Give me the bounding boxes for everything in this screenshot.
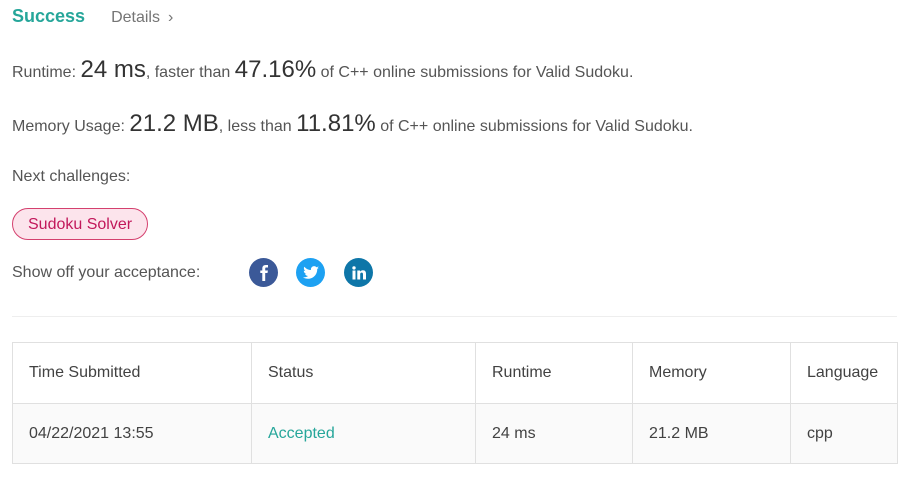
- challenge-tag-sudoku-solver[interactable]: Sudoku Solver: [12, 208, 149, 240]
- section-divider: [12, 316, 897, 317]
- details-link[interactable]: Details ›: [111, 9, 173, 27]
- memory-mid: , less than: [218, 118, 297, 135]
- result-header: Success Details ›: [12, 6, 173, 27]
- cell-runtime: 24 ms: [475, 403, 633, 464]
- column-status: Status: [251, 342, 476, 404]
- runtime-summary: Runtime: 24 ms, faster than 47.16% of C+…: [12, 56, 633, 84]
- runtime-suffix: of C++ online submissions for Valid Sudo…: [316, 64, 634, 81]
- memory-summary: Memory Usage: 21.2 MB, less than 11.81% …: [12, 110, 693, 138]
- memory-percent: 11.81%: [296, 110, 376, 137]
- linkedin-icon[interactable]: [344, 258, 373, 287]
- table-row: 04/22/2021 13:55 Accepted 24 ms 21.2 MB …: [12, 403, 898, 464]
- chevron-right-icon: ›: [167, 9, 174, 26]
- cell-status-accepted[interactable]: Accepted: [251, 403, 476, 464]
- runtime-mid: , faster than: [145, 64, 235, 81]
- cell-time-submitted: 04/22/2021 13:55: [12, 403, 252, 464]
- submissions-table: Time Submitted Status Runtime Memory Lan…: [12, 342, 898, 464]
- twitter-icon[interactable]: [296, 258, 325, 287]
- runtime-percent: 47.16%: [234, 56, 317, 83]
- runtime-value: 24 ms: [80, 56, 146, 83]
- column-language: Language: [790, 342, 898, 404]
- memory-prefix: Memory Usage:: [12, 118, 130, 135]
- column-memory: Memory: [632, 342, 791, 404]
- memory-value: 21.2 MB: [129, 110, 219, 137]
- table-header-row: Time Submitted Status Runtime Memory Lan…: [12, 342, 898, 404]
- cell-memory: 21.2 MB: [632, 403, 791, 464]
- cell-language: cpp: [790, 403, 898, 464]
- column-time-submitted: Time Submitted: [12, 342, 252, 404]
- status-title: Success: [12, 6, 86, 26]
- facebook-icon[interactable]: [249, 258, 278, 287]
- memory-suffix: of C++ online submissions for Valid Sudo…: [375, 118, 693, 135]
- runtime-prefix: Runtime:: [12, 64, 81, 81]
- share-label: Show off your acceptance:: [12, 264, 201, 281]
- next-challenges-label: Next challenges:: [12, 168, 131, 185]
- column-runtime: Runtime: [475, 342, 633, 404]
- details-label: Details: [111, 9, 160, 26]
